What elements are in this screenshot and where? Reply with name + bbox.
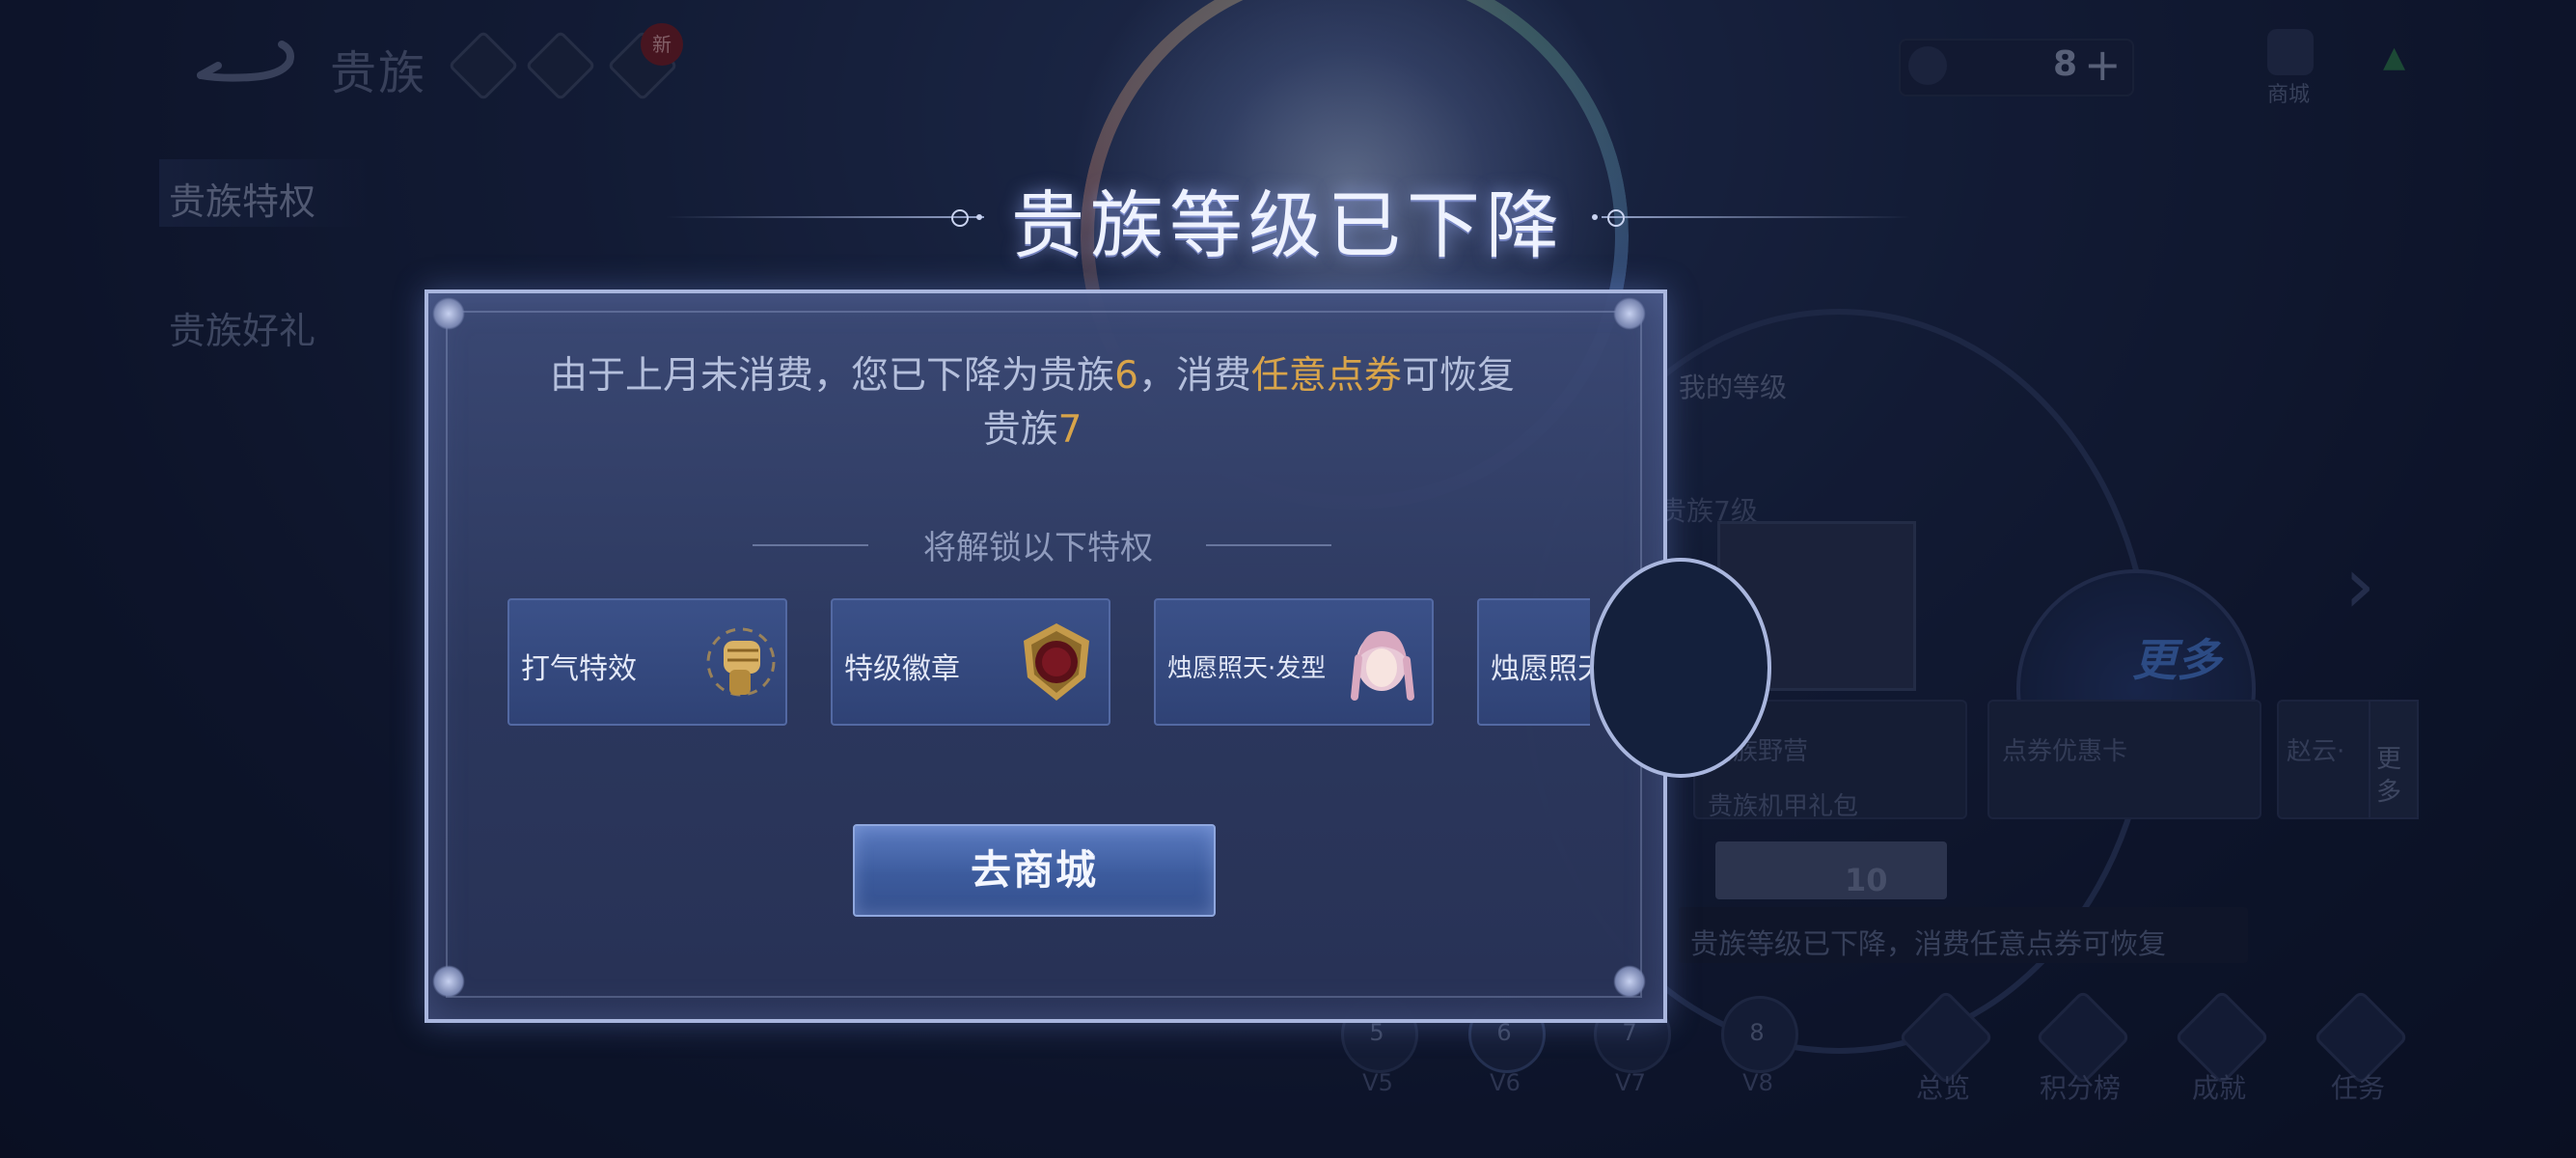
hairstyle-icon <box>1351 631 1414 701</box>
perk-card[interactable]: 特级徽章 <box>831 598 1110 726</box>
perk-label: 特级徽章 <box>844 652 960 686</box>
section-divider-left <box>753 544 868 546</box>
badge-icon <box>1024 623 1089 701</box>
message-text: 贵族 <box>982 408 1058 452</box>
dialog-title: 贵族等级已下降 <box>1011 182 1565 268</box>
perk-label: 打气特效 <box>521 652 637 686</box>
perk-card[interactable]: 烛愿照天·发型 <box>1154 598 1434 726</box>
message-text: 可恢复 <box>1401 354 1515 398</box>
go-to-shop-button[interactable]: 去商城 <box>853 824 1216 917</box>
message-text: ，消费 <box>1137 354 1251 398</box>
perk-label: 烛愿照天 <box>1491 652 1590 686</box>
section-divider-right <box>1206 544 1331 546</box>
message-text: 由于上月未消费，您已下降为贵族 <box>550 354 1115 398</box>
highlight-text: 任意点券 <box>1250 354 1402 398</box>
restore-level: 7 <box>1057 408 1082 452</box>
current-level: 6 <box>1114 354 1138 398</box>
perk-card[interactable]: 烛愿照天 <box>1477 598 1590 726</box>
corner-ornament <box>1613 297 1646 330</box>
corner-ornament <box>1613 965 1646 998</box>
downgrade-message: 由于上月未消费，您已下降为贵族6，消费任意点券可恢复 贵族7 <box>453 349 1611 457</box>
corner-ornament <box>432 965 465 998</box>
perk-label: 烛愿照天·发型 <box>1167 654 1327 683</box>
fist-icon <box>706 627 776 697</box>
dialog-notch <box>1590 558 1771 778</box>
perk-carousel[interactable]: 打气特效 特级徽章 烛愿照天·发型 烛愿照天 <box>502 598 1590 726</box>
perk-card[interactable]: 打气特效 <box>507 598 787 726</box>
corner-ornament <box>432 297 465 330</box>
unlock-heading: 将解锁以下特权 <box>923 529 1153 567</box>
